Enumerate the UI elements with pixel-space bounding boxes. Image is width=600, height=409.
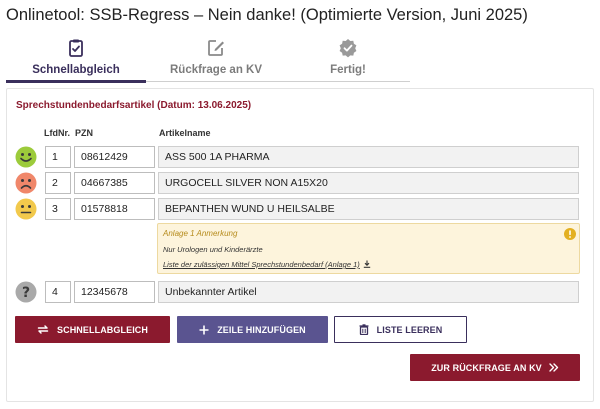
- header-artikelname: Artikelname: [159, 128, 211, 138]
- artikelname-field: ASS 500 1A PHARMA: [158, 146, 579, 168]
- button-label: ZUR RÜCKFRAGE AN KV: [431, 362, 542, 373]
- button-label: LISTE LEEREN: [376, 324, 443, 335]
- tab-schnellabgleich[interactable]: Schnellabgleich: [6, 34, 146, 82]
- anlage1-link[interactable]: Liste der zulässigen Mittel Sprechstunde…: [163, 260, 371, 269]
- button-label: SCHNELLABGLEICH: [57, 324, 148, 335]
- double-chevron-right-icon: [549, 363, 558, 372]
- tab-active-indicator: [6, 80, 146, 83]
- tab-label: Schnellabgleich: [32, 64, 120, 76]
- annotation-title: Anlage 1 Anmerkung: [163, 229, 238, 238]
- plus-icon: [199, 325, 209, 334]
- svg-text:?: ?: [22, 285, 30, 301]
- clear-list-button[interactable]: LISTE LEEREN: [334, 316, 467, 343]
- tab-fertig[interactable]: Fertig!: [286, 34, 410, 82]
- lfdnr-field[interactable]: 4: [45, 281, 71, 303]
- check-badge-icon: [339, 39, 357, 58]
- download-icon: [363, 260, 370, 268]
- pzn-input[interactable]: 04667385: [74, 172, 155, 194]
- warning-icon: [564, 228, 576, 240]
- tab-label: Fertig!: [330, 64, 366, 76]
- artikelname-field: Unbekannter Artikel: [158, 281, 579, 303]
- annotation-box: Anlage 1 Anmerkung Nur Urologen und Kind…: [157, 223, 580, 274]
- header-pzn: PZN: [75, 128, 93, 138]
- edit-icon: [208, 40, 224, 56]
- artikelname-field: BEPANTHEN WUND U HEILSALBE: [158, 198, 579, 220]
- annotation-text: Nur Urologen und Kinderärzte: [163, 245, 263, 254]
- header-lfdnr: LfdNr.: [44, 128, 70, 138]
- lfdnr-field[interactable]: 2: [45, 172, 71, 194]
- page-title: Onlinetool: SSB-Regress – Nein danke! (O…: [6, 6, 528, 24]
- button-label: ZEILE HINZUFÜGEN: [217, 324, 306, 335]
- pzn-input[interactable]: 08612429: [74, 146, 155, 168]
- pzn-input[interactable]: 12345678: [74, 281, 155, 303]
- lfdnr-field[interactable]: 3: [45, 198, 71, 220]
- question-icon: ?: [15, 281, 37, 303]
- schnellabgleich-button[interactable]: SCHNELLABGLEICH: [15, 316, 170, 343]
- next-rueckfrage-button[interactable]: ZUR RÜCKFRAGE AN KV: [410, 354, 580, 381]
- tab-rueckfrage[interactable]: Rückfrage an KV: [146, 34, 286, 82]
- sad-smiley-icon: [15, 172, 37, 194]
- anlage1-link-label: Liste der zulässigen Mittel Sprechstunde…: [163, 260, 360, 269]
- artikelname-field: URGOCELL SILVER NON A15X20: [158, 172, 579, 194]
- clipboard-check-icon: [69, 39, 83, 57]
- sync-icon: [37, 325, 49, 334]
- neutral-smiley-icon: [15, 198, 37, 220]
- trash-icon: [359, 324, 369, 335]
- pzn-input[interactable]: 01578818: [74, 198, 155, 220]
- happy-smiley-icon: [15, 146, 37, 168]
- lfdnr-field[interactable]: 1: [45, 146, 71, 168]
- step-tabs: Schnellabgleich Rückfrage an KV Fertig!: [6, 34, 410, 83]
- section-title: Sprechstundenbedarfsartikel (Datum: 13.0…: [16, 100, 252, 111]
- add-row-button[interactable]: ZEILE HINZUFÜGEN: [177, 316, 328, 343]
- tab-label: Rückfrage an KV: [169, 64, 263, 76]
